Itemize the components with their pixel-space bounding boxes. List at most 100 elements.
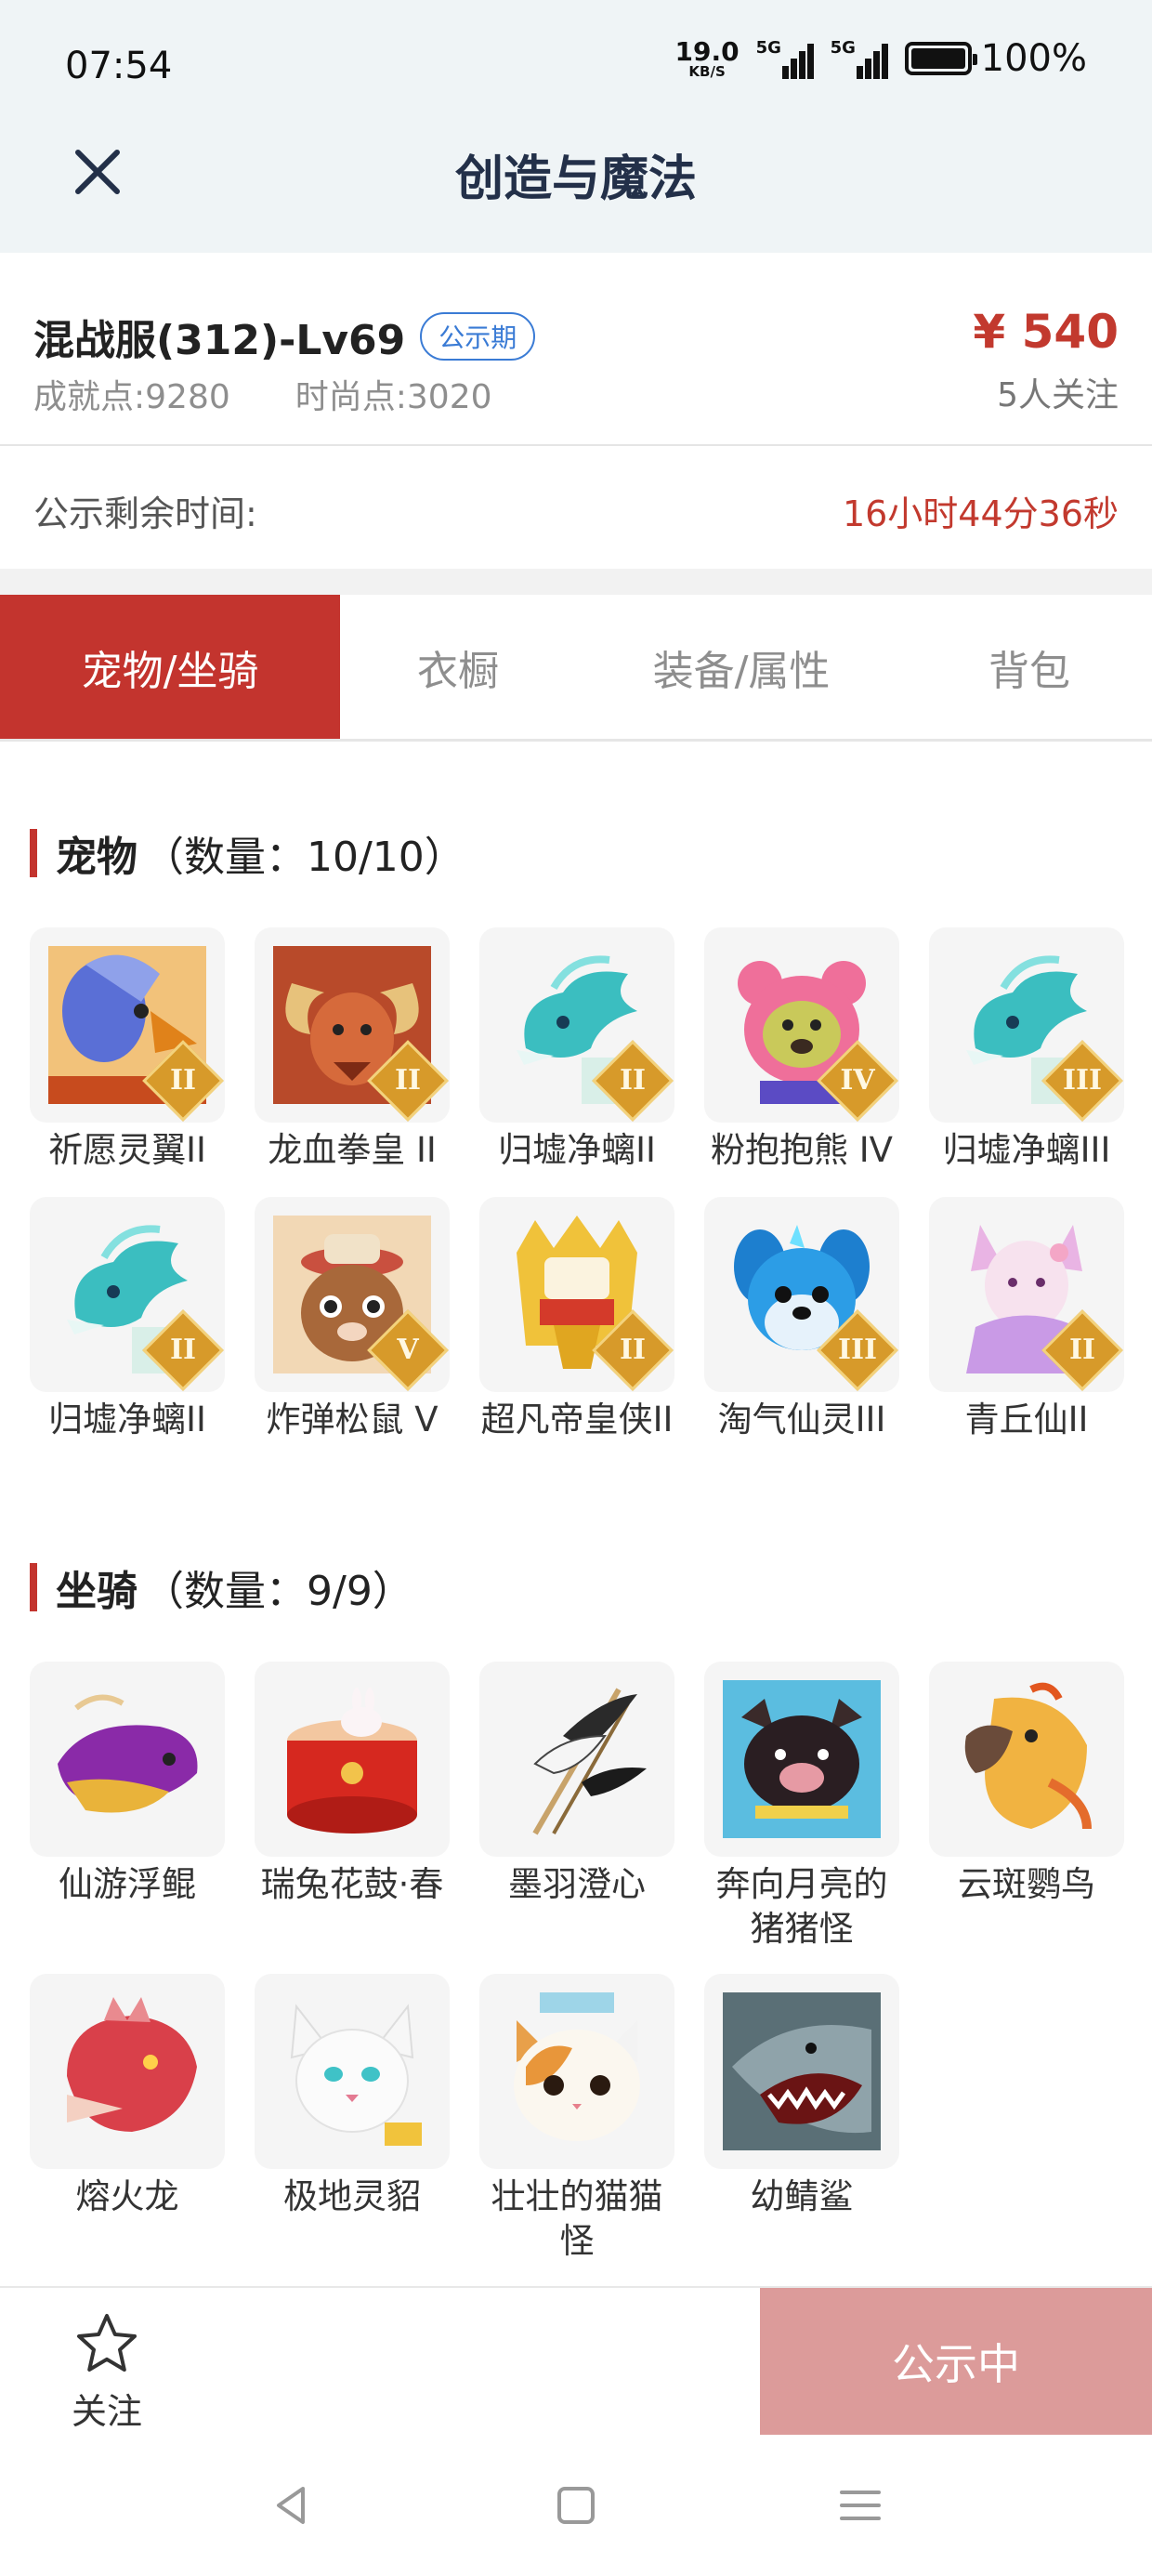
mount-card[interactable]: 仙游浮鲲 [30,1662,225,1907]
pet-thumbnail: II [255,927,450,1123]
tab-wardrobe[interactable]: 衣橱 [340,595,576,739]
listing-summary: 混战服(312)-Lv69 公示期 成就点:9280 时尚点:3020 ¥ 54… [0,253,1152,446]
pet-card[interactable]: II 青丘仙II [929,1197,1124,1442]
publicity-status-button[interactable]: 公示中 [760,2288,1152,2435]
pet-name: 归墟净螭III [942,1130,1111,1170]
tab-pets-mounts[interactable]: 宠物/坐骑 [0,595,340,739]
mount-name: 熔火龙 [75,2176,179,2216]
grade-label: II [169,1334,197,1366]
pet-name: 龙血拳皇 II [268,1130,437,1170]
pets-grid: II 祈愿灵翼II II 龙血拳皇 II II 归墟净螭II IV 粉抱抱熊 IV III 归墟净… [30,927,1126,1476]
pet-thumbnail: III [929,927,1124,1123]
achievement-label: 成就点: [33,378,146,416]
tab-bar: 宠物/坐骑 衣橱 装备/属性 背包 [0,595,1152,742]
phase-badge: 公示期 [420,312,536,361]
battery-icon [904,42,977,75]
pet-card[interactable]: IV 粉抱抱熊 IV [704,927,899,1173]
mount-card[interactable]: 幼鲭鲨 [704,1974,899,2219]
mount-card[interactable]: 云斑鹦鸟 [929,1662,1124,1907]
pet-thumbnail: II [30,1197,225,1392]
grade-label: II [394,1064,422,1097]
ink-feather-icon [532,1688,647,1835]
grade-label: V [397,1334,419,1366]
pet-card[interactable]: II 归墟净螭II [479,927,674,1173]
pet-card[interactable]: II 归墟净螭II [30,1197,225,1442]
pets-title: 宠物 [56,834,137,881]
mounts-title: 坐骑 [56,1568,137,1615]
achievement-points: 成就点:9280 [33,370,230,418]
mount-card[interactable]: 熔火龙 [30,1974,225,2219]
top-area: 07:54 19.0 KB/S 5G 5G 100% 创造与魔法 [0,0,1152,253]
mount-name: 壮壮的猫猫怪 [491,2176,663,2261]
pet-name: 淘气仙灵III [717,1400,886,1439]
achievement-value: 9280 [145,378,230,416]
action-bar: 关注 公示中 [0,2286,1152,2435]
mount-thumbnail [30,1662,225,1857]
divider [0,569,1152,595]
page-title: 创造与魔法 [454,151,697,207]
network-speed: 19.0 KB/S [675,38,740,80]
tab-backpack[interactable]: 背包 [907,595,1152,739]
mount-thumbnail [255,1662,450,1857]
pet-card[interactable]: V 炸弹松鼠 V [255,1197,450,1442]
grade-label: II [1068,1334,1096,1366]
shark-icon [723,1992,881,2150]
battery-percent: 100% [980,37,1087,80]
countdown-label: 公示剩余时间: [33,493,257,534]
mount-card[interactable]: 极地灵貂 [255,1974,450,2219]
flying-fish-icon [58,1694,198,1813]
stats-line: 成就点:9280 时尚点:3020 [33,370,492,418]
grade-label: II [619,1064,647,1097]
mounts-count: （数量：9/9） [143,1568,413,1615]
grade-label: IV [840,1064,875,1097]
pet-name: 归墟净螭II [48,1400,206,1439]
pet-name: 青丘仙II [964,1400,1089,1439]
mount-card[interactable]: 壮壮的猫猫怪 [479,1974,674,2264]
mount-thumbnail [704,1974,899,2169]
mount-name: 奔向月亮的猪猪怪 [715,1864,888,1949]
follower-count: 5人关注 [997,376,1119,414]
tab-equipment[interactable]: 装备/属性 [576,595,907,739]
network-speed-unit: KB/S [688,62,726,80]
back-icon[interactable] [264,2477,320,2533]
mount-card[interactable]: 奔向月亮的猪猪怪 [704,1662,899,1952]
pets-section-header: 宠物 （数量：10/10） [30,823,465,883]
rabbit-drum-icon [287,1688,417,1833]
star-icon [77,2314,137,2372]
mount-card[interactable]: 墨羽澄心 [479,1662,674,1907]
server-name: 混战服(312)-Lv69 [33,317,406,364]
follow-button[interactable]: 关注 [56,2310,158,2434]
home-icon[interactable] [548,2477,604,2533]
follow-label: 关注 [71,2391,142,2432]
status-time: 07:54 [65,45,173,87]
mount-name: 墨羽澄心 [508,1864,646,1904]
pet-name: 归墟净螭II [498,1130,656,1170]
pets-count: （数量：10/10） [143,834,465,881]
pet-thumbnail: II [929,1197,1124,1392]
fashion-value: 3020 [406,378,492,416]
mount-thumbnail [30,1974,225,2169]
pet-card[interactable]: III 归墟净螭III [929,927,1124,1173]
mount-thumbnail [479,1662,674,1857]
parrot-icon [964,1682,1092,1830]
pet-card[interactable]: II 祈愿灵翼II [30,927,225,1173]
fashion-label: 时尚点: [295,378,407,416]
cat-icon [514,1992,640,2141]
pet-name: 炸弹松鼠 V [266,1400,439,1439]
pet-name: 超凡帝皇侠II [480,1400,674,1439]
mount-card[interactable]: 瑞兔花鼓·春 [255,1662,450,1907]
pet-thumbnail: V [255,1197,450,1392]
menu-icon[interactable] [832,2477,888,2533]
fashion-points: 时尚点:3020 [295,370,492,418]
grade-label: III [1062,1064,1103,1097]
pet-card[interactable]: III 淘气仙灵III [704,1197,899,1442]
mount-name: 瑞兔花鼓·春 [260,1864,444,1904]
price: ¥ 540 [973,305,1119,359]
server-line: 混战服(312)-Lv69 公示期 [33,307,536,366]
pet-card[interactable]: II 超凡帝皇侠II [479,1197,674,1442]
mount-thumbnail [479,1974,674,2169]
fire-dragon-icon [67,1997,197,2132]
pet-card[interactable]: II 龙血拳皇 II [255,927,450,1173]
battery-indicator: 100% [904,37,1087,80]
status-icons: 19.0 KB/S 5G 5G 100% [675,37,1087,80]
